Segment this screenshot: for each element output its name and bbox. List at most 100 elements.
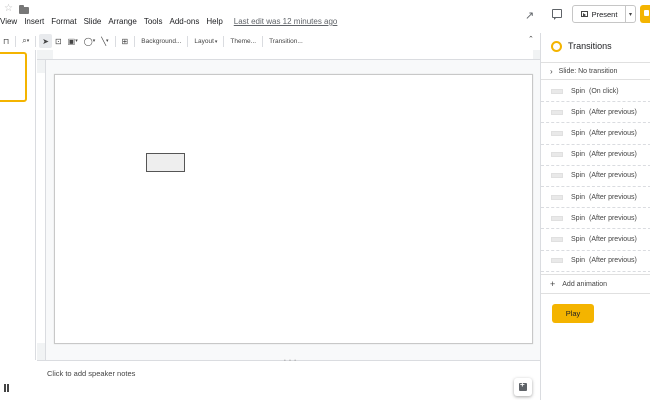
toolbar-divider [223,35,225,47]
slide-transition-label: Slide: No transition [558,67,618,75]
canvas-area [46,60,540,360]
chevron-right-icon: › [550,66,553,76]
animation-type: Spin [571,129,586,137]
animation-item[interactable]: Spin (After previous) [541,251,650,272]
line-icon[interactable]: ╲ ▾ [98,34,111,48]
explore-icon [519,380,527,391]
horizontal-ruler [37,50,540,60]
present-label: Present [591,9,618,19]
grid-view-icon[interactable] [4,384,12,392]
present-dropdown-button[interactable]: ▾ [626,5,636,23]
star-icon[interactable]: ☆ [4,4,13,14]
animation-type: Spin [571,193,586,201]
animation-type: Spin [571,214,586,222]
menu-insert[interactable]: Insert [24,16,44,28]
toolbar-divider [114,35,116,47]
last-edit-link[interactable]: Last edit was 12 minutes ago [234,16,338,28]
filmstrip [0,50,36,360]
toolbar-divider [15,35,17,47]
panel-title: Transitions [568,41,612,51]
image-icon[interactable]: ▣ ▾ [65,34,81,48]
animation-item[interactable]: Spin (After previous) [541,123,650,145]
present-icon [580,11,588,17]
slide-canvas[interactable] [54,74,533,344]
play-button[interactable]: Play [552,304,594,323]
animation-item[interactable]: Spin (After previous) [541,102,650,124]
explore-button[interactable] [514,378,532,396]
animation-thumbnail [551,88,563,94]
textbox-icon[interactable]: ⊡ [52,34,65,48]
animation-list: Spin (On click) Spin (After previous) Spin… [541,81,650,272]
present-button[interactable]: Present [572,5,626,23]
rectangle-shape[interactable] [146,153,185,172]
toolbar-divider [134,35,136,47]
menu-addons[interactable]: Add-ons [170,16,200,28]
add-animation-button[interactable]: + Add animation [541,274,650,294]
toolbar-divider [262,35,264,47]
animation-type: Spin [571,151,586,159]
slide-thumbnail[interactable] [0,52,27,102]
animation-item[interactable]: Spin (After previous) [541,166,650,187]
transition-button[interactable]: Transition... [266,38,306,45]
transitions-panel: Transitions › Slide: No transition Spin(… [540,33,650,400]
slide-transition-row[interactable]: › Slide: No transition [541,62,650,80]
toolbar-divider [35,35,37,47]
animation-item[interactable]: Spin (After previous) [541,229,650,251]
shape-icon[interactable]: ◯ ▾ [81,34,98,48]
plus-icon: + [550,279,556,289]
menu-view[interactable]: View [0,16,17,28]
animation-thumbnail [551,130,563,136]
chevron-up-icon[interactable]: ⌃ [528,35,534,43]
trending-icon[interactable]: ↗ [525,9,534,22]
speaker-notes[interactable]: • • • Click to add speaker notes [37,358,540,400]
animation-item[interactable]: Spin (On click) [541,81,650,103]
animation-type: Spin [571,87,586,95]
animation-type: Spin [571,257,586,265]
panel-header: Transitions [541,33,650,59]
menu-help[interactable]: Help [206,16,222,28]
layout-label: Layout [194,37,214,45]
header-actions: Present ▾ [540,0,650,32]
animation-type: Spin [571,108,586,116]
transitions-icon [551,40,562,52]
animation-thumbnail [551,152,563,158]
drag-handle-icon[interactable]: • • • [284,358,297,364]
vertical-ruler [37,60,46,360]
theme-button[interactable]: Theme... [227,38,259,45]
animation-type: Spin [571,235,586,243]
animation-thumbnail [551,194,563,200]
doc-actions: ☆ [4,4,29,14]
share-button[interactable] [640,5,650,23]
menu-slide[interactable]: Slide [84,16,102,28]
menu-tools[interactable]: Tools [144,16,163,28]
animation-item[interactable]: Spin (After previous) [541,145,650,166]
animation-item[interactable]: Spin (After previous) [541,208,650,230]
menu-arrange[interactable]: Arrange [108,16,136,28]
slides-editor: ☆ View Insert Format Slide Arrange Tools… [0,0,650,400]
zoom-icon[interactable]: ⌕ ▾ [19,34,32,48]
background-button[interactable]: Background... [138,38,184,45]
animation-thumbnail [551,258,563,264]
chevron-down-icon: ▾ [214,38,218,45]
animation-thumbnail [551,215,563,221]
select-icon[interactable]: ➤ [39,34,52,48]
animation-trigger: (After previous) [589,108,637,116]
animation-item[interactable]: Spin (After previous) [541,187,650,209]
animation-thumbnail [551,173,563,179]
animation-type: Spin [571,172,586,180]
layout-button[interactable]: Layout▾ [191,38,220,45]
folder-icon[interactable] [18,4,29,14]
comment-add-icon[interactable]: ⊞ [119,34,132,48]
comment-icon[interactable] [552,9,562,20]
menu-bar: View Insert Format Slide Arrange Tools A… [0,16,337,28]
menu-format[interactable]: Format [51,16,76,28]
chevron-down-icon: ▾ [628,11,632,18]
paint-format-icon[interactable]: ⊓ [0,34,12,48]
speaker-notes-placeholder: Click to add speaker notes [47,369,136,378]
add-animation-label: Add animation [562,280,608,288]
animation-trigger: (After previous) [589,193,637,201]
animation-trigger: (After previous) [589,235,637,243]
title-menu-bar: ☆ View Insert Format Slide Arrange Tools… [0,0,540,32]
animation-trigger: (After previous) [589,257,637,265]
animation-thumbnail [551,236,563,242]
